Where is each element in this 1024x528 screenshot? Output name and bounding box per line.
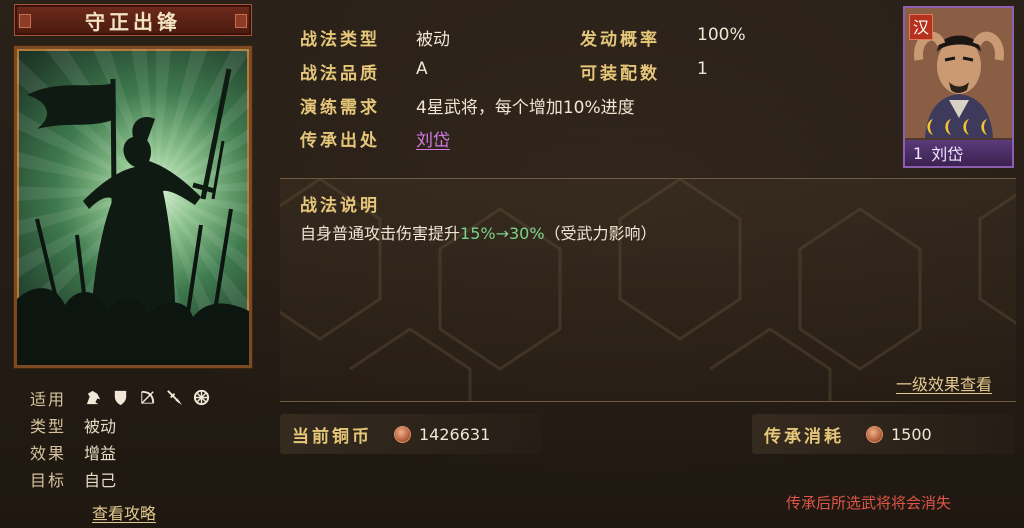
skill-name: 守正出锋 — [85, 9, 181, 34]
quality-value: A — [416, 59, 428, 79]
meta-row-suitable: 适用 — [30, 384, 211, 411]
current-copper-label: 当前铜币 — [292, 426, 372, 447]
description-highlight-value: 15%→30% — [460, 224, 545, 243]
inherit-warning-text: 传承后所选武将将会消失 — [786, 494, 952, 512]
description-text-after: （受武力影响） — [544, 224, 657, 243]
meta-effect-label: 效果 — [30, 443, 67, 463]
tactic-type-label: 战法类型 — [300, 30, 380, 50]
level-one-effect-link[interactable]: 一级效果查看 — [896, 371, 992, 395]
hero-portrait-card[interactable]: 汉 1 刘岱 — [903, 6, 1014, 168]
description-text: 自身普通攻击伤害提升15%→30%（受武力影响） — [300, 220, 657, 244]
current-copper-value: 1426631 — [419, 424, 491, 444]
info-row-equip-count: 可装配数 1 — [580, 59, 708, 84]
quality-label: 战法品质 — [300, 64, 380, 84]
current-copper-box: 当前铜币 1426631 — [280, 414, 542, 454]
meta-target-label: 目标 — [30, 470, 67, 490]
equip-count-label: 可装配数 — [580, 64, 660, 84]
meta-suitable-label: 适用 — [30, 389, 67, 409]
description-title: 战法说明 — [300, 196, 380, 216]
bow-icon — [141, 390, 155, 404]
meta-effect-value: 增益 — [84, 443, 117, 463]
hero-name: 刘岱 — [931, 145, 964, 164]
info-row-inherit: 传承出处 刘岱 — [300, 126, 450, 151]
trigger-rate-value: 100% — [697, 25, 746, 45]
meta-target-value: 自己 — [84, 470, 117, 490]
meta-type-label: 类型 — [30, 416, 67, 436]
info-row-trigger-rate: 发动概率 100% — [580, 25, 746, 50]
star-icon — [945, 119, 951, 135]
meta-row-target: 目标 自己 — [30, 465, 211, 492]
hero-name-bar: 1 刘岱 — [905, 140, 1012, 166]
spear-icon — [167, 390, 183, 406]
inherit-cost-box: 传承消耗 1500 — [752, 414, 1014, 454]
meta-row-effect: 效果 增益 — [30, 438, 211, 465]
hero-level: 1 — [913, 143, 924, 163]
faction-badge: 汉 — [909, 14, 933, 40]
inherit-cost-value: 1500 — [891, 424, 932, 444]
star-icon — [981, 119, 987, 135]
meta-type-value: 被动 — [84, 416, 117, 436]
meta-row-type: 类型 被动 — [30, 411, 211, 438]
description-text-before: 自身普通攻击伤害提升 — [300, 224, 461, 243]
wheel-icon — [193, 389, 210, 406]
shield-icon — [114, 390, 127, 406]
practice-label: 演练需求 — [300, 98, 380, 118]
practice-value: 4星武将，每个增加10%进度 — [416, 98, 635, 118]
info-row-practice: 演练需求 4星武将，每个增加10%进度 — [300, 93, 635, 118]
copper-coin-icon — [866, 425, 883, 443]
view-guide-link[interactable]: 查看攻略 — [92, 500, 156, 524]
inherit-label: 传承出处 — [300, 131, 380, 151]
hero-star-rating — [923, 118, 993, 136]
star-icon — [963, 119, 969, 135]
star-icon — [927, 119, 933, 135]
info-row-quality: 战法品质 A — [300, 59, 428, 84]
info-row-tactic-type: 战法类型 被动 — [300, 25, 450, 50]
trigger-rate-label: 发动概率 — [580, 30, 660, 50]
copper-coin-icon — [394, 425, 411, 443]
skill-title-banner: 守正出锋 — [14, 4, 252, 36]
tactic-type-value: 被动 — [416, 30, 450, 50]
skill-description-panel: 战法说明 自身普通攻击伤害提升15%→30%（受武力影响） 一级效果查看 — [280, 178, 1016, 402]
inherit-hero-link[interactable]: 刘岱 — [416, 126, 450, 151]
warrior-silhouette-illustration — [17, 68, 249, 365]
suitable-troop-icons — [84, 388, 211, 407]
equip-count-value: 1 — [697, 59, 708, 79]
skill-card-art — [14, 46, 252, 368]
hex-background-pattern — [280, 179, 1016, 401]
inherit-cost-label: 传承消耗 — [764, 426, 844, 447]
skill-meta-list: 适用 类型 被动 效果 增益 目标 自己 — [30, 384, 211, 492]
cavalry-icon — [86, 390, 101, 405]
